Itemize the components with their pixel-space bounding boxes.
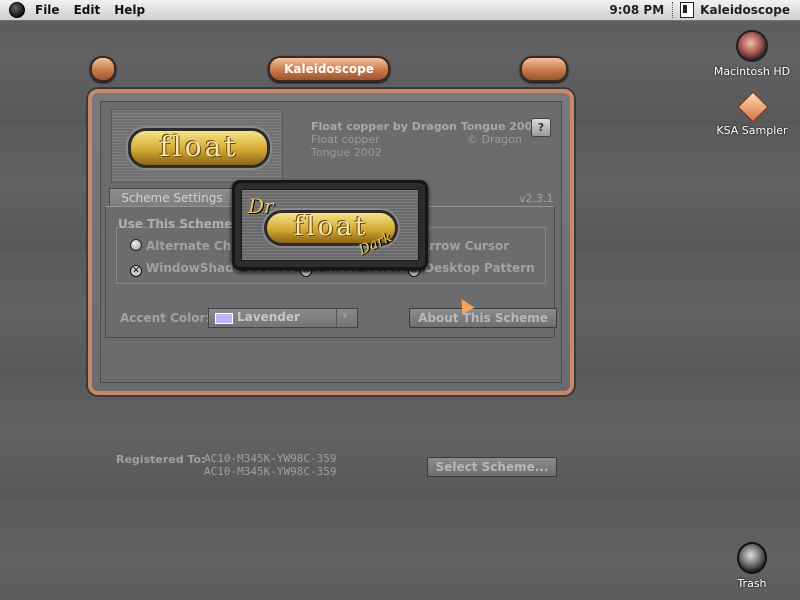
scheme-drag-preview[interactable]: float Dr Dark	[232, 180, 428, 270]
menu-edit[interactable]: Edit	[74, 3, 101, 17]
desktop-icon-label: KSA Sampler	[716, 124, 788, 137]
float-logo-text: float	[159, 130, 239, 163]
select-scheme-button[interactable]: Select Scheme...	[427, 457, 557, 477]
accent-swatch	[215, 313, 233, 324]
checked-icon: ✕	[130, 265, 142, 277]
menu-separator	[672, 2, 674, 18]
accent-color-value: Lavender	[237, 310, 300, 324]
option-alternate-label: Alternate Che	[146, 239, 240, 253]
scheme-copyright: © Dragon	[467, 133, 522, 146]
menu-clock[interactable]: 9:08 PM	[609, 3, 664, 17]
about-scheme-button[interactable]: About This Scheme	[409, 308, 557, 328]
menu-file[interactable]: File	[35, 3, 60, 17]
window-title: Kaleidoscope	[284, 62, 374, 76]
option-arrow-label: Arrow Cursor	[420, 239, 510, 253]
collapse-box-button[interactable]	[520, 56, 568, 82]
desktop-icon-trash[interactable]: Trash	[707, 542, 797, 590]
menu-bar: File Edit Help 9:08 PM Kaleidoscope	[0, 0, 800, 21]
drag-preview-content: float Dr Dark	[241, 189, 419, 261]
close-box-button[interactable]	[90, 56, 116, 82]
desktop-icon-label: Macintosh HD	[713, 65, 791, 78]
scheme-info-line3: Tongue 2002	[311, 146, 382, 159]
float-logo: float	[128, 128, 270, 168]
desktop-icon-macintosh-hd[interactable]: Macintosh HD	[707, 30, 797, 78]
option-desktop-label: Desktop Pattern	[424, 261, 535, 275]
accent-color-label: Accent Color:	[120, 311, 211, 325]
chevron-down-icon	[336, 309, 357, 327]
tab-scheme-settings[interactable]: Scheme Settings	[109, 188, 235, 207]
registered-to-label: Registered To:	[116, 453, 206, 466]
desktop-icon-ksa-sampler[interactable]: KSA Sampler	[707, 93, 797, 137]
apple-menu-icon[interactable]	[9, 2, 25, 18]
desktop-icon-label: Trash	[737, 577, 767, 590]
option-alternate[interactable]: Alternate Che	[130, 239, 239, 253]
scheme-preview: float	[111, 109, 283, 183]
ksa-sampler-icon	[737, 93, 767, 121]
script-text-top: Dr	[248, 194, 274, 218]
scheme-info-line1: Float copper by Dragon Tongue 2002	[311, 120, 540, 133]
hard-disk-icon	[736, 30, 768, 62]
radio-icon	[130, 239, 142, 251]
option-arrow[interactable]: Arrow Cursor	[420, 239, 509, 253]
registration-line-1: AC10-M345K-YW98C-359	[204, 452, 337, 465]
accent-color-select[interactable]: Lavender	[208, 308, 358, 328]
options-group-label: Use This Scheme's	[118, 217, 244, 231]
registration-line-2: AC10-M345K-YW98C-359	[204, 465, 337, 478]
scheme-info: Float copper by Dragon Tongue 2002 Float…	[311, 120, 540, 159]
float-logo-text: float	[293, 212, 369, 242]
help-button[interactable]: ?	[531, 118, 551, 137]
menu-help[interactable]: Help	[114, 3, 145, 17]
application-menu-name[interactable]: Kaleidoscope	[700, 3, 790, 17]
version-label: v2.3.1	[519, 192, 554, 205]
application-menu-icon[interactable]	[680, 2, 695, 18]
window-title-bar[interactable]: Kaleidoscope	[268, 56, 390, 82]
trash-icon	[737, 542, 767, 574]
